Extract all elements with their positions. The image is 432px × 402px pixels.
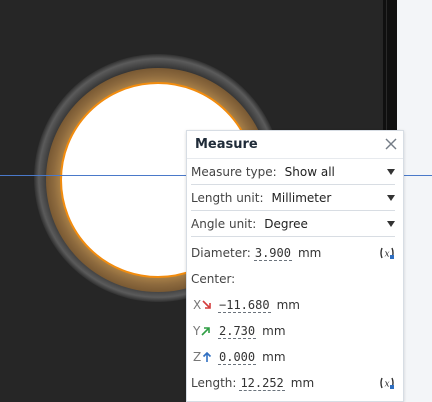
length-unit: mm (290, 376, 315, 390)
chevron-down-icon (387, 169, 395, 175)
copy-diameter-button[interactable]: x (379, 245, 395, 261)
close-button[interactable] (383, 136, 399, 152)
measure-type-value: Show all (284, 165, 335, 179)
center-y-unit: mm (262, 324, 286, 338)
x-arrow-icon (202, 300, 212, 309)
diameter-label: Diameter: (191, 246, 251, 260)
svg-text:x: x (384, 380, 389, 390)
close-icon (385, 138, 397, 150)
z-axis-icon: Z (193, 350, 215, 364)
center-z-row: Z 0.000 mm (191, 345, 395, 369)
z-axis-letter: Z (193, 350, 202, 364)
length-unit-label: Length unit: (191, 191, 264, 205)
measure-type-select[interactable]: Measure type: Show all (191, 160, 395, 185)
center-x-value[interactable]: −11.680 (218, 298, 271, 313)
copy-length-button[interactable]: x (379, 375, 395, 391)
angle-unit-label: Angle unit: (191, 217, 257, 231)
chevron-down-icon (387, 195, 395, 201)
center-z-unit: mm (262, 350, 286, 364)
angle-unit-value: Degree (264, 217, 308, 231)
diameter-row: Diameter: 3.900 mm (191, 241, 395, 265)
x-axis-letter: X (193, 298, 202, 312)
panel-title: Measure (195, 137, 258, 152)
center-x-unit: mm (276, 298, 300, 312)
diameter-unit: mm (297, 246, 322, 260)
length-unit-select[interactable]: Length unit: Millimeter (191, 186, 395, 211)
length-row: Length: 12.252 mm (191, 371, 395, 395)
center-x-row: X −11.680 mm (191, 293, 395, 317)
y-axis-icon: Y (193, 324, 215, 338)
x-axis-icon: X (193, 298, 215, 312)
length-value[interactable]: 12.252 (239, 376, 285, 391)
center-label: Center: (191, 272, 236, 286)
z-arrow-icon (203, 352, 212, 362)
center-row: Center: (191, 267, 395, 291)
length-unit-value: Millimeter (271, 191, 332, 205)
measure-type-label: Measure type: (191, 165, 277, 179)
copy-variable-icon: x (380, 247, 394, 260)
y-arrow-icon (201, 327, 211, 336)
title-divider (187, 158, 403, 159)
measure-panel: Measure Measure type: Show all Length un… (186, 130, 404, 402)
center-y-row: Y 2.730 mm (191, 319, 395, 343)
center-z-value[interactable]: 0.000 (218, 350, 257, 365)
chevron-down-icon (387, 221, 395, 227)
angle-unit-select[interactable]: Angle unit: Degree (191, 212, 395, 237)
svg-text:x: x (384, 250, 389, 260)
diameter-value[interactable]: 3.900 (253, 246, 292, 261)
y-axis-letter: Y (193, 324, 201, 338)
center-y-value[interactable]: 2.730 (218, 324, 257, 339)
length-label: Length: (191, 376, 237, 390)
copy-variable-icon: x (380, 377, 394, 390)
